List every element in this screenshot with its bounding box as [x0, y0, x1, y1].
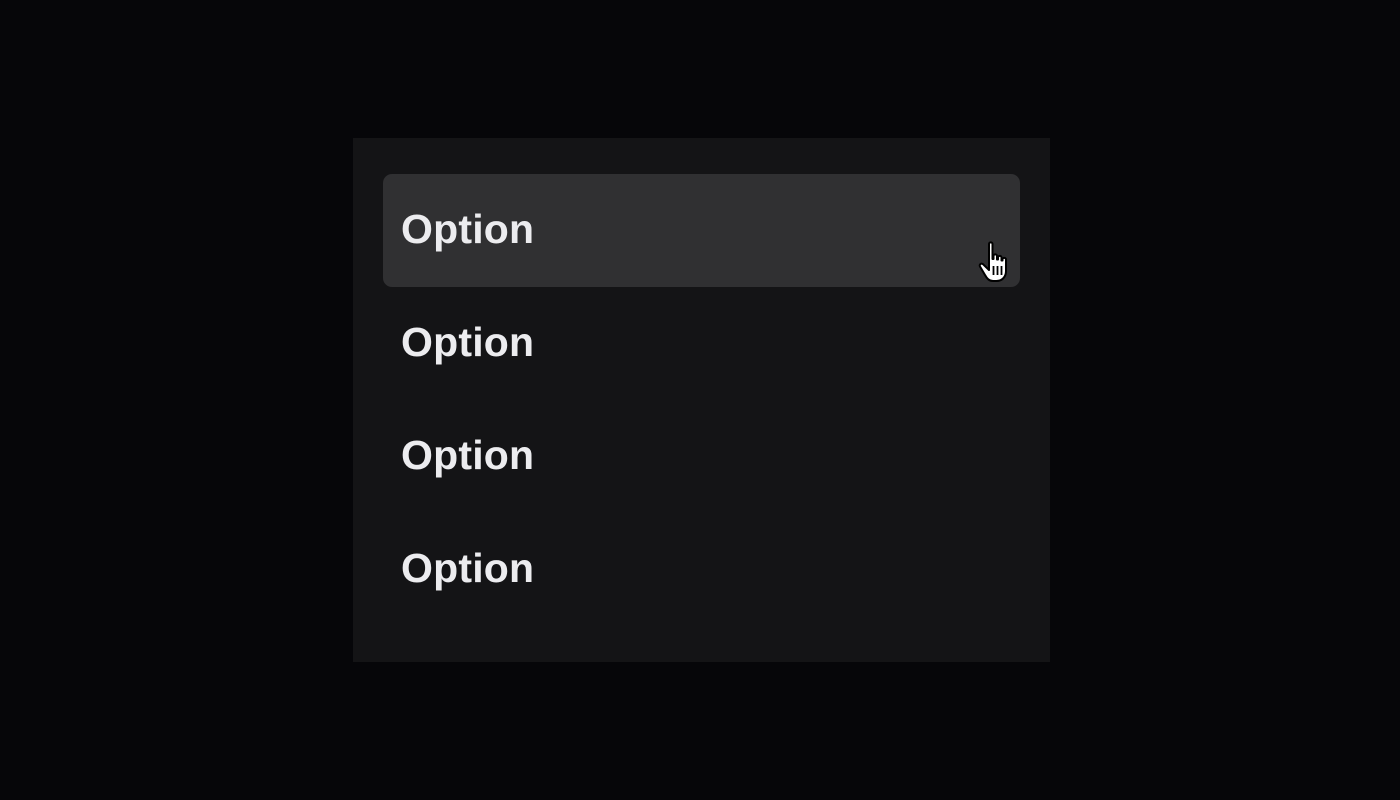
menu-item-2[interactable]: Option: [383, 287, 1020, 400]
menu-item-label: Option: [401, 319, 535, 365]
menu-item-3[interactable]: Option: [383, 400, 1020, 513]
menu-item-1[interactable]: Option: [383, 174, 1020, 287]
page: Option Option Option Option: [0, 0, 1400, 800]
option-menu: Option Option Option Option: [353, 138, 1050, 662]
hand-pointer-icon: [978, 241, 1007, 282]
menu-item-label: Option: [401, 545, 535, 591]
menu-item-label: Option: [401, 432, 535, 478]
menu-item-4[interactable]: Option: [383, 513, 1020, 626]
menu-item-label: Option: [401, 206, 535, 252]
